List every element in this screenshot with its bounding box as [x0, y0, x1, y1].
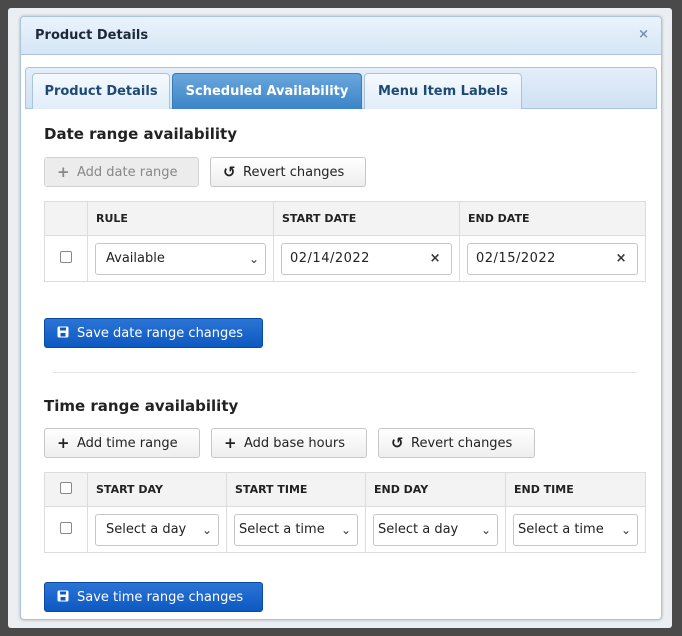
row-checkbox-cell: [44, 506, 88, 553]
revert-time-changes-label: Revert changes: [411, 435, 513, 451]
scheduled-availability-panel: Date range availability + Add date range…: [25, 109, 657, 615]
start-date-cell: 02/14/2022 ×: [273, 235, 460, 282]
column-header: START DAY: [87, 472, 227, 507]
row-checkbox-cell: [44, 235, 88, 282]
end-day-value: Select a day: [378, 522, 459, 537]
end-time-select[interactable]: Select a time ⌄: [513, 513, 638, 546]
select-all-header: [44, 201, 88, 236]
tab-label: Product Details: [44, 84, 158, 99]
start-date-input[interactable]: 02/14/2022 ×: [281, 242, 452, 275]
start-day-value: Select a day: [106, 522, 187, 537]
start-day-select[interactable]: Select a day ⌄: [95, 513, 219, 546]
tab-label: Scheduled Availability: [185, 84, 349, 99]
start-date-value: 02/14/2022: [290, 251, 370, 266]
floppy-disk-icon: [57, 588, 69, 606]
tab-scheduled-availability[interactable]: Scheduled Availability: [172, 73, 362, 110]
add-date-range-label: Add date range: [77, 164, 178, 180]
chevron-down-icon: ⌄: [480, 522, 491, 537]
column-header: START DATE: [273, 201, 460, 236]
dialog-titlebar: Product Details ×: [21, 17, 661, 55]
chevron-down-icon: ⌄: [620, 522, 631, 537]
save-date-range-button[interactable]: Save date range changes: [44, 318, 263, 348]
column-header: START TIME: [226, 472, 366, 507]
end-time-cell: Select a time ⌄: [505, 506, 646, 553]
revert-date-changes-button[interactable]: ↺ Revert changes: [210, 157, 366, 187]
end-day-select[interactable]: Select a day ⌄: [373, 513, 498, 546]
end-date-cell: 02/15/2022 ×: [459, 235, 646, 282]
rule-value: Available: [106, 251, 165, 266]
start-time-select[interactable]: Select a time ⌄: [234, 513, 358, 546]
end-time-value: Select a time: [518, 522, 604, 537]
column-header: END DATE: [459, 201, 646, 236]
clear-icon[interactable]: ×: [430, 251, 441, 266]
end-day-cell: Select a day ⌄: [365, 506, 506, 553]
save-time-range-button[interactable]: Save time range changes: [44, 582, 263, 612]
table-row: Select a day ⌄ Select a time ⌄ Select a …: [44, 506, 646, 553]
close-icon[interactable]: ×: [638, 27, 649, 42]
clear-icon[interactable]: ×: [616, 251, 627, 266]
row-checkbox[interactable]: [60, 522, 72, 534]
floppy-disk-icon: [57, 324, 69, 342]
select-all-header: [44, 472, 88, 507]
table-row: Available ⌄ 02/14/2022 × 02/15/2022 ×: [44, 235, 646, 282]
tab-product-details[interactable]: Product Details: [32, 73, 170, 110]
start-day-cell: Select a day ⌄: [87, 506, 227, 553]
window-frame: Product Details × Product Details Schedu…: [8, 8, 672, 628]
add-date-range-button[interactable]: + Add date range: [44, 157, 199, 187]
undo-icon: ↺: [223, 163, 236, 181]
table-header-row: RULE START DATE END DATE: [44, 201, 646, 236]
add-base-hours-button[interactable]: + Add base hours: [211, 428, 367, 458]
column-header: RULE: [87, 201, 274, 236]
date-range-heading: Date range availability: [44, 125, 238, 143]
add-time-range-button[interactable]: + Add time range: [44, 428, 200, 458]
plus-icon: +: [57, 434, 70, 452]
section-divider: [53, 372, 637, 373]
start-time-value: Select a time: [239, 522, 325, 537]
tab-bar: Product Details Scheduled Availability M…: [25, 67, 657, 110]
dialog-title: Product Details: [35, 28, 149, 43]
tab-label: Menu Item Labels: [377, 84, 509, 99]
column-header: END DAY: [365, 472, 506, 507]
start-time-cell: Select a time ⌄: [226, 506, 366, 553]
time-range-table: START DAY START TIME END DAY END TIME Se…: [44, 472, 646, 553]
column-header: END TIME: [505, 472, 646, 507]
save-date-range-label: Save date range changes: [77, 325, 244, 341]
chevron-down-icon: ⌄: [248, 251, 259, 266]
chevron-down-icon: ⌄: [340, 522, 351, 537]
row-checkbox[interactable]: [60, 251, 72, 263]
product-details-dialog: Product Details × Product Details Schedu…: [20, 16, 662, 620]
time-range-heading: Time range availability: [44, 397, 239, 415]
end-date-value: 02/15/2022: [476, 251, 556, 266]
undo-icon: ↺: [391, 434, 404, 452]
add-time-range-label: Add time range: [77, 435, 178, 451]
add-base-hours-label: Add base hours: [244, 435, 345, 451]
save-time-range-label: Save time range changes: [77, 589, 244, 605]
table-header-row: START DAY START TIME END DAY END TIME: [44, 472, 646, 507]
revert-date-changes-label: Revert changes: [243, 164, 345, 180]
date-range-table: RULE START DATE END DATE Available ⌄ 02/…: [44, 201, 646, 282]
tab-menu-item-labels[interactable]: Menu Item Labels: [364, 73, 522, 110]
end-date-input[interactable]: 02/15/2022 ×: [467, 242, 638, 275]
chevron-down-icon: ⌄: [201, 522, 212, 537]
select-all-checkbox[interactable]: [60, 482, 72, 494]
plus-icon: +: [224, 434, 237, 452]
rule-select[interactable]: Available ⌄: [95, 242, 266, 275]
revert-time-changes-button[interactable]: ↺ Revert changes: [378, 428, 535, 458]
rule-cell: Available ⌄: [87, 235, 274, 282]
plus-icon: +: [57, 163, 70, 181]
